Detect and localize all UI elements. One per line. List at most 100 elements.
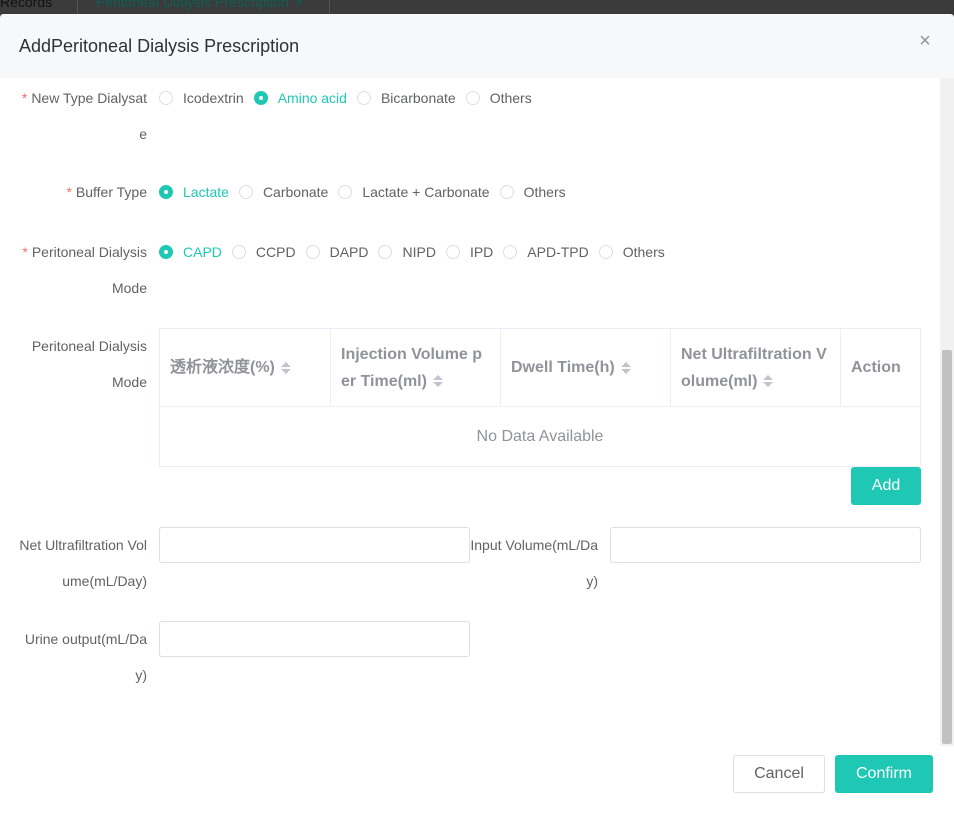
- scrollbar-thumb[interactable]: [942, 350, 952, 744]
- column-header-injection-volume[interactable]: Injection Volume p er Time(ml): [331, 329, 501, 406]
- label-line: ume(mL/Day): [62, 573, 147, 589]
- prescription-table: 透析液浓度(%) Injection Volume p er Time(ml) D…: [159, 328, 921, 467]
- label-line: Mode: [111, 280, 147, 296]
- required-mark: *: [21, 90, 28, 106]
- sort-icon[interactable]: [432, 374, 443, 388]
- sort-icon[interactable]: [280, 361, 291, 375]
- radio-circle-icon: [499, 185, 514, 199]
- table-empty-state: No Data Available: [476, 427, 604, 445]
- radio-circle-icon: [159, 245, 173, 259]
- dialog-title: AddPeritoneal Dialysis Prescription: [19, 36, 300, 56]
- label-line: * Peritoneal Dialysis: [0, 234, 147, 270]
- pd-mode-table-label: Peritoneal Dialysis Mode: [0, 328, 147, 400]
- radio-label: Others: [622, 244, 665, 260]
- label-text: Buffer Type: [75, 184, 147, 200]
- new-type-dialysate-label: * New Type Dialysat e: [0, 80, 147, 152]
- radio-ccpd[interactable]: CCPD: [231, 244, 296, 260]
- radio-lactate-carbonate[interactable]: Lactate + Carbonate: [338, 184, 490, 200]
- radio-ipd[interactable]: IPD: [445, 244, 494, 260]
- radio-label: DAPD: [329, 244, 369, 260]
- column-header-text: Injection Volume p er Time(ml): [341, 341, 482, 395]
- radio-circle-icon: [231, 245, 246, 259]
- radio-dapd[interactable]: DAPD: [305, 244, 369, 260]
- radio-label: Lactate: [183, 184, 229, 200]
- radio-circle-icon: [305, 245, 320, 259]
- table-header: 透析液浓度(%) Injection Volume p er Time(ml) D…: [160, 329, 920, 407]
- cancel-button[interactable]: Cancel: [733, 755, 825, 793]
- label-line: e: [139, 126, 147, 142]
- column-header-line: Injection Volume p: [341, 345, 483, 363]
- sort-icon[interactable]: [620, 361, 631, 375]
- label-line: Net Ultrafiltration Vol: [19, 537, 147, 553]
- column-header-line: Net Ultrafiltration V: [681, 345, 827, 363]
- input-volume-label: Input Volume(mL/Da y): [451, 527, 598, 599]
- radio-label: APD-TPD: [527, 244, 589, 260]
- tab-divider: [77, 0, 78, 14]
- radio-label: Bicarbonate: [380, 90, 456, 106]
- dialog-header: AddPeritoneal Dialysis Prescription ×: [0, 14, 954, 78]
- radio-circle-icon: [465, 91, 480, 105]
- radio-circle-icon: [445, 245, 460, 259]
- close-icon[interactable]: ×: [295, 0, 303, 10]
- tab-divider: [329, 0, 330, 14]
- column-header-concentration[interactable]: 透析液浓度(%): [160, 329, 331, 406]
- radio-label: Lactate + Carbonate: [362, 184, 490, 200]
- radio-apd-tpd[interactable]: APD-TPD: [503, 244, 589, 260]
- urine-output-input[interactable]: [159, 621, 470, 657]
- radio-circle-icon: [159, 185, 173, 199]
- radio-others[interactable]: Others: [465, 90, 532, 106]
- column-header-action: Action: [841, 329, 920, 406]
- radio-others[interactable]: Others: [499, 184, 566, 200]
- radio-nipd[interactable]: NIPD: [378, 244, 436, 260]
- radio-label: Others: [489, 90, 532, 106]
- label-line: Peritoneal Dialysis: [31, 338, 147, 354]
- radio-others[interactable]: Others: [598, 244, 665, 260]
- net-uf-volume-input[interactable]: [159, 527, 470, 563]
- radio-circle-icon: [238, 185, 253, 199]
- input-volume-input[interactable]: [610, 527, 921, 563]
- radio-amino-acid[interactable]: Amino acid: [253, 90, 347, 106]
- radio-label: Amino acid: [277, 90, 347, 106]
- radio-label: NIPD: [402, 244, 436, 260]
- radio-label: IPD: [469, 244, 494, 260]
- column-header-net-uf-volume[interactable]: Net Ultrafiltration V olume(ml): [671, 329, 841, 406]
- net-uf-volume-label: Net Ultrafiltration Vol ume(mL/Day): [0, 527, 147, 599]
- radio-circle-icon: [356, 91, 371, 105]
- label-line: y): [135, 667, 147, 683]
- sort-icon[interactable]: [763, 374, 774, 388]
- label-line: y): [586, 573, 598, 589]
- pd-mode-radio-group: CAPD CCPD DAPD NIPD IPD APD-TPD Others: [159, 242, 665, 262]
- column-header-text: Dwell Time(h): [511, 359, 615, 376]
- new-type-dialysate-radio-group: Icodextrin Amino acid Bicarbonate Others: [159, 88, 532, 108]
- radio-carbonate[interactable]: Carbonate: [238, 184, 329, 200]
- column-header-text: Action: [851, 359, 901, 376]
- background-tab-label: Peritoneal Dialysis Prescription: [96, 0, 289, 10]
- radio-icodextrin[interactable]: Icodextrin: [159, 90, 244, 106]
- column-header-text: 透析液浓度(%): [170, 359, 275, 376]
- background-tab-records[interactable]: Records: [0, 0, 52, 10]
- close-icon[interactable]: ×: [916, 31, 934, 51]
- label-line: Urine output(mL/Da: [24, 631, 147, 647]
- radio-circle-icon: [598, 245, 613, 259]
- radio-capd[interactable]: CAPD: [159, 244, 222, 260]
- radio-circle-icon: [253, 91, 268, 105]
- background-tab-strip: Records Peritoneal Dialysis Prescription…: [0, 0, 954, 14]
- column-header-dwell-time[interactable]: Dwell Time(h): [501, 329, 671, 406]
- add-row-button[interactable]: Add: [851, 467, 921, 505]
- column-header-line: olume(ml): [681, 372, 758, 390]
- radio-circle-icon: [503, 245, 518, 259]
- radio-bicarbonate[interactable]: Bicarbonate: [356, 90, 456, 106]
- buffer-type-label: * Buffer Type: [0, 174, 147, 210]
- pd-mode-label: * Peritoneal Dialysis Mode: [0, 234, 147, 306]
- column-header-text: Net Ultrafiltration V olume(ml): [681, 341, 827, 395]
- radio-label: Carbonate: [262, 184, 329, 200]
- label-text: Peritoneal Dialysis: [31, 244, 147, 260]
- background-tab-pd-prescription[interactable]: Peritoneal Dialysis Prescription ×: [96, 0, 303, 10]
- required-mark: *: [22, 244, 28, 260]
- label-line: * New Type Dialysat: [0, 80, 147, 116]
- add-prescription-dialog: AddPeritoneal Dialysis Prescription × * N…: [0, 14, 954, 816]
- label-line: Input Volume(mL/Da: [470, 537, 598, 553]
- confirm-button[interactable]: Confirm: [835, 755, 933, 793]
- label-line: Mode: [111, 374, 147, 390]
- radio-lactate[interactable]: Lactate: [159, 184, 229, 200]
